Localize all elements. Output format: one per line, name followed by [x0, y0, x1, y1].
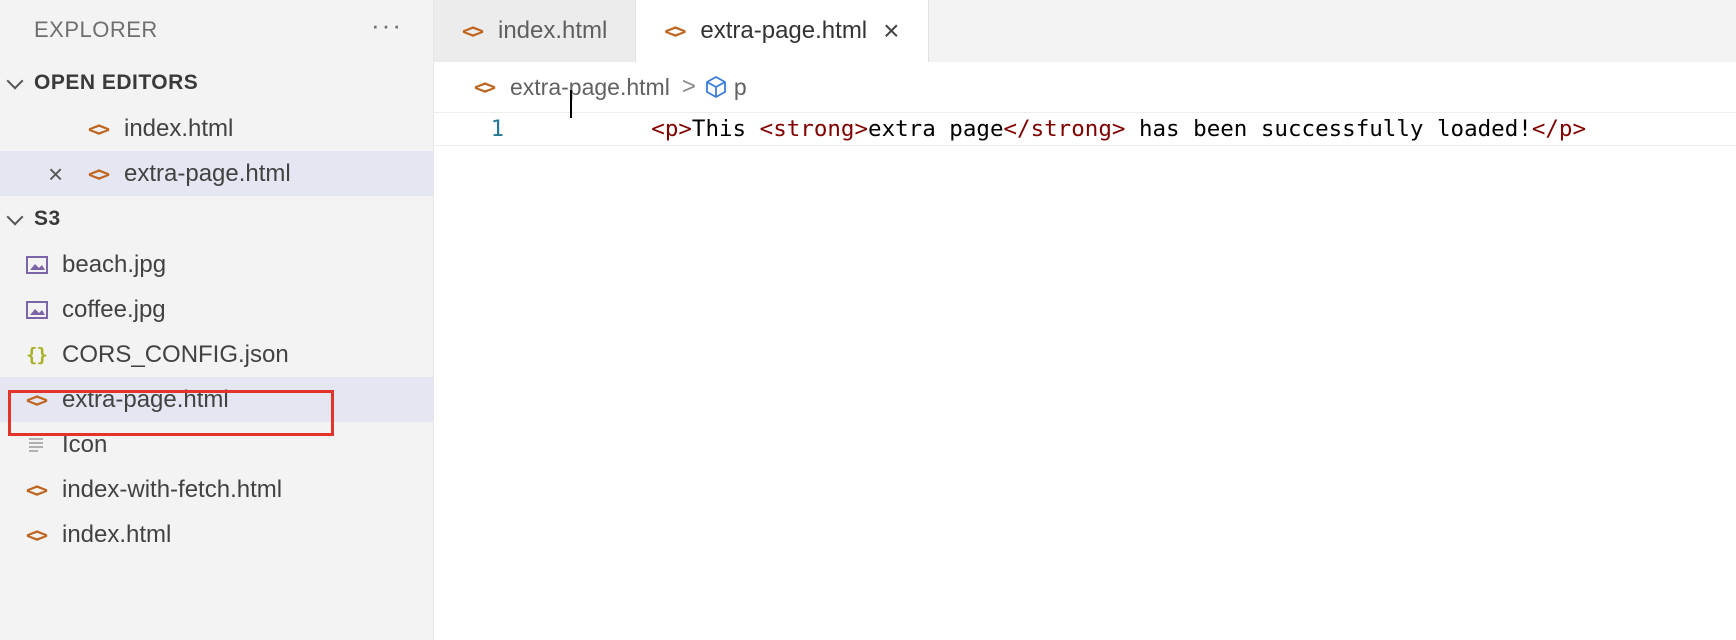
file-label: index.html: [62, 520, 172, 548]
chevron-down-icon: [6, 75, 22, 91]
close-icon[interactable]: ×: [48, 161, 63, 187]
file-item-cors-config[interactable]: {} CORS_CONFIG.json: [0, 332, 433, 377]
folder-header-s3[interactable]: S3: [0, 196, 433, 242]
html-file-icon: <>: [664, 19, 686, 43]
json-file-icon: {}: [26, 343, 48, 366]
code-editor[interactable]: 1 <p>This <strong>extra page</strong> ha…: [434, 90, 1736, 640]
file-label: CORS_CONFIG.json: [62, 340, 289, 368]
file-item-beach[interactable]: beach.jpg: [0, 242, 433, 287]
close-tab-icon[interactable]: ×: [883, 17, 899, 45]
file-label: beach.jpg: [62, 250, 167, 278]
code-line[interactable]: 1 <p>This <strong>extra page</strong> ha…: [434, 90, 1736, 146]
text-cursor: [570, 90, 572, 118]
open-editor-label: index.html: [124, 114, 234, 142]
explorer-title: EXPLORER: [34, 17, 158, 42]
code-token: </strong>: [1003, 116, 1126, 142]
code-token: <p>: [651, 116, 692, 142]
file-label: extra-page.html: [62, 385, 229, 413]
file-item-index[interactable]: <> index.html: [0, 512, 433, 557]
more-actions-icon[interactable]: ···: [371, 12, 403, 38]
file-label: coffee.jpg: [62, 295, 166, 323]
html-file-icon: <>: [474, 75, 496, 99]
code-text[interactable]: <p>This <strong>extra page</strong> has …: [534, 90, 1586, 168]
code-token: This: [691, 116, 760, 142]
file-label: Icon: [62, 430, 108, 458]
tab-label: extra-page.html: [700, 17, 868, 44]
html-file-icon: <>: [462, 19, 484, 43]
code-token: has been successfully loaded!: [1125, 116, 1532, 142]
html-file-icon: <>: [88, 161, 110, 186]
editor-tab-bar: <> index.html <> extra-page.html ×: [434, 0, 1736, 62]
line-number: 1: [490, 116, 504, 142]
file-item-coffee[interactable]: coffee.jpg: [0, 287, 433, 332]
text-file-icon: [26, 436, 48, 454]
open-editor-label: extra-page.html: [124, 159, 291, 187]
chevron-down-icon: [6, 211, 22, 227]
html-file-icon: <>: [88, 116, 110, 141]
tab-index-html[interactable]: <> index.html: [434, 0, 637, 62]
code-token: <strong>: [759, 116, 869, 142]
image-file-icon: [26, 300, 48, 319]
image-file-icon: [26, 255, 48, 274]
tab-extra-page-html[interactable]: <> extra-page.html ×: [636, 0, 929, 62]
file-item-extra-page[interactable]: <> extra-page.html: [0, 377, 433, 422]
folder-title: S3: [34, 207, 61, 230]
tab-label: index.html: [498, 17, 608, 44]
html-file-icon: <>: [26, 477, 48, 502]
html-file-icon: <>: [26, 387, 48, 412]
explorer-header: EXPLORER ···: [0, 0, 433, 60]
code-token: </p>: [1531, 116, 1586, 142]
file-label: index-with-fetch.html: [62, 475, 283, 503]
open-editor-item-extra-page[interactable]: × <> extra-page.html: [0, 151, 433, 196]
open-editors-title: OPEN EDITORS: [34, 71, 199, 94]
explorer-sidebar: EXPLORER ··· OPEN EDITORS <> index.html …: [0, 0, 434, 640]
code-token: extra page: [868, 116, 1004, 142]
open-editors-header[interactable]: OPEN EDITORS: [0, 60, 433, 106]
open-editor-item-index[interactable]: <> index.html: [0, 106, 433, 151]
file-item-icon[interactable]: Icon: [0, 422, 433, 467]
file-item-index-with-fetch[interactable]: <> index-with-fetch.html: [0, 467, 433, 512]
html-file-icon: <>: [26, 522, 48, 547]
